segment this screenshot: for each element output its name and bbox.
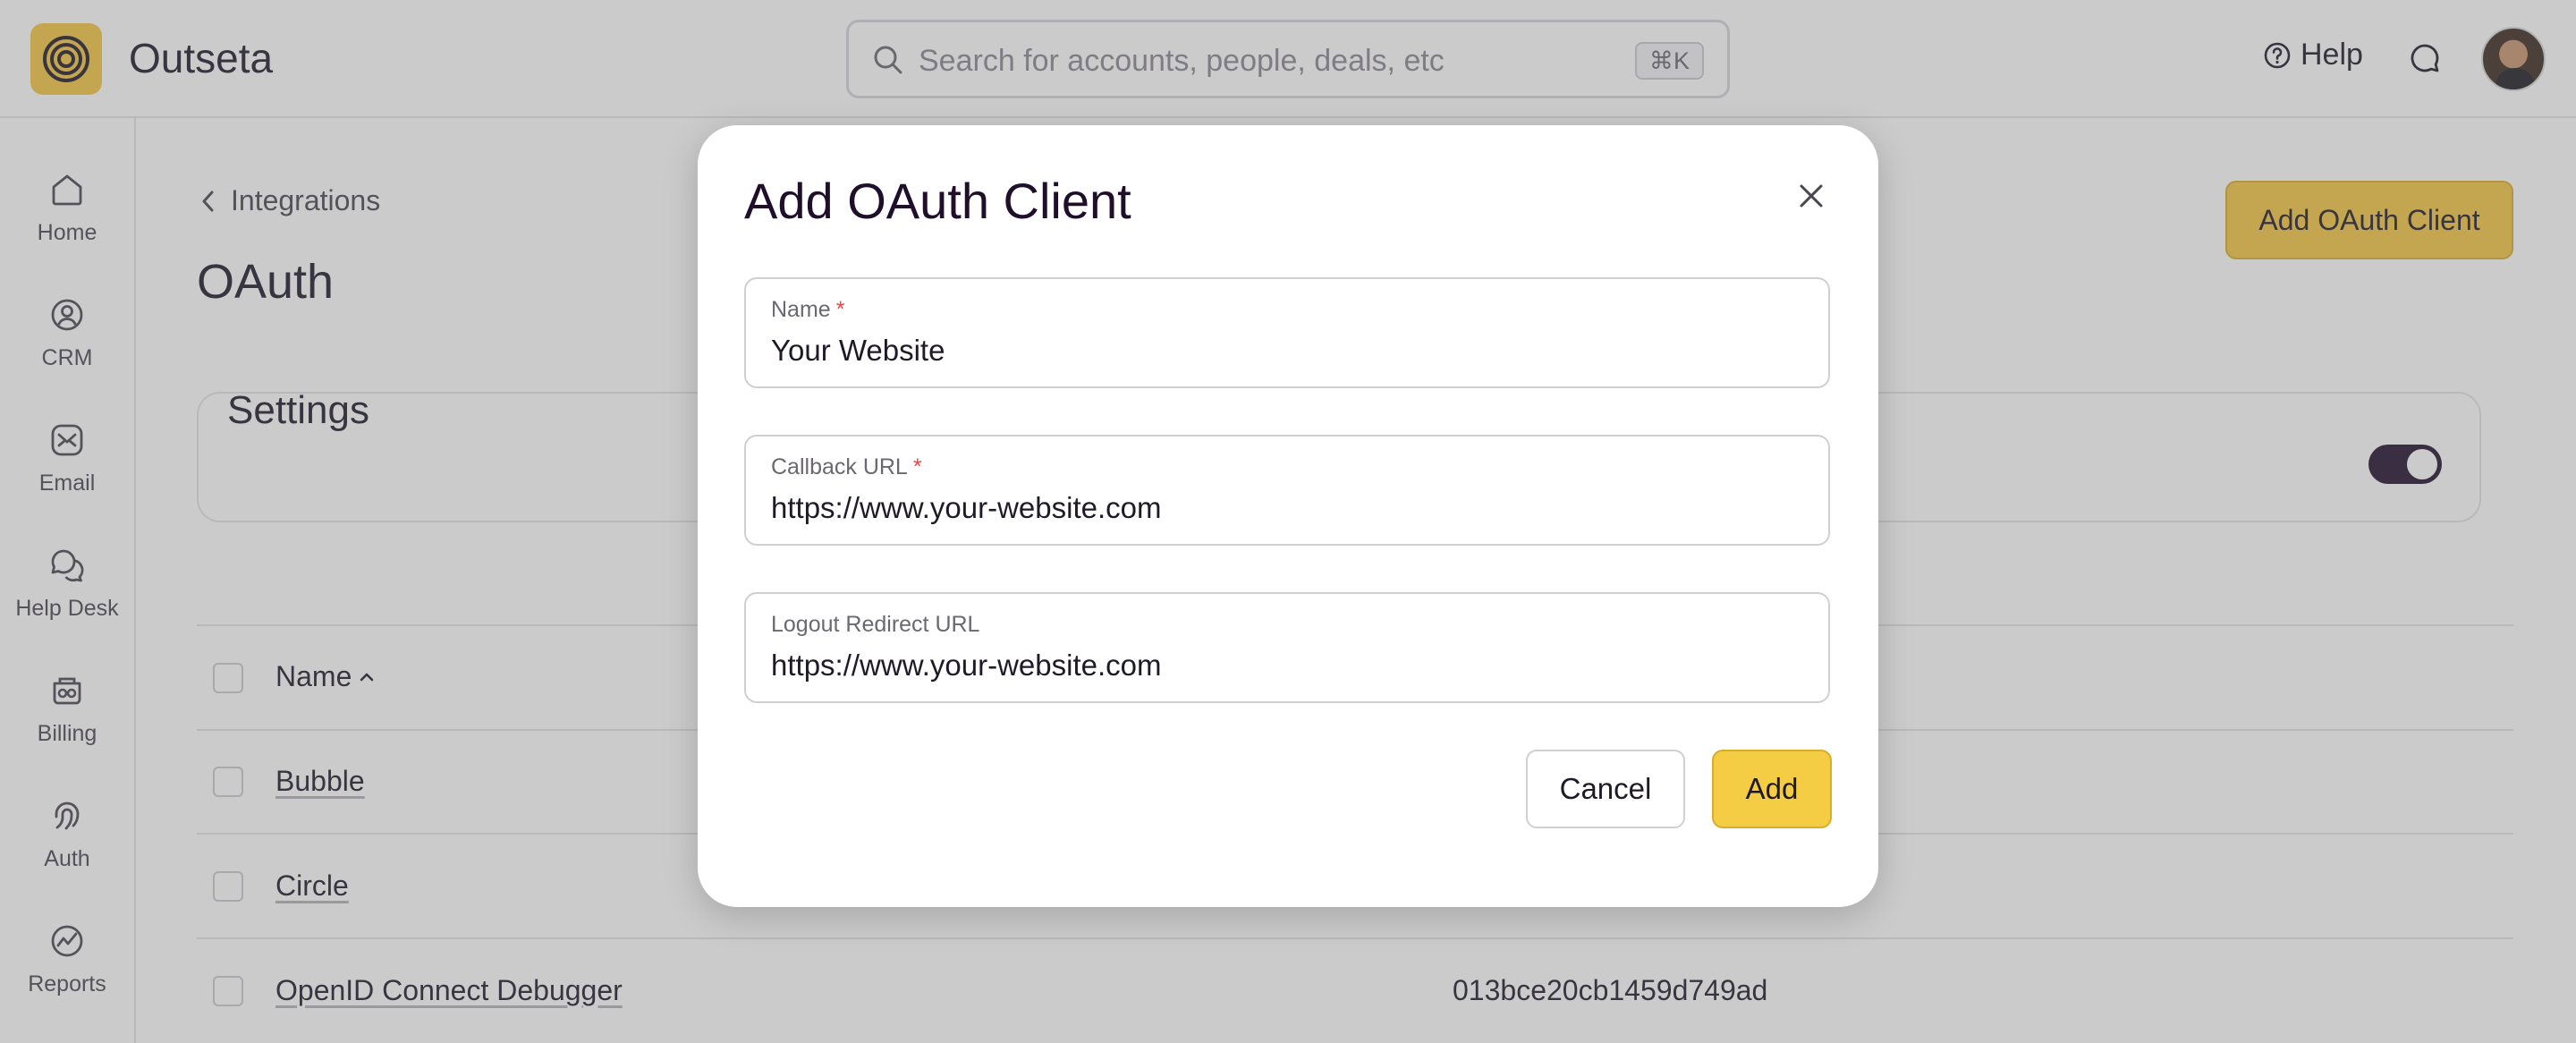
callback-url-input[interactable] bbox=[771, 488, 1800, 528]
field-label-text: Callback URL bbox=[771, 454, 908, 479]
required-marker: * bbox=[835, 297, 845, 322]
close-dialog-button[interactable] bbox=[1791, 175, 1832, 216]
logout-redirect-url-input[interactable] bbox=[771, 646, 1800, 685]
callback-url-field[interactable]: Callback URL * bbox=[744, 435, 1830, 546]
required-marker: * bbox=[912, 454, 922, 479]
close-icon bbox=[1800, 184, 1823, 208]
name-field-label: Name * bbox=[771, 297, 844, 323]
logout-redirect-url-field-label: Logout Redirect URL bbox=[771, 612, 979, 638]
cancel-button[interactable]: Cancel bbox=[1526, 750, 1685, 828]
logout-redirect-url-field[interactable]: Logout Redirect URL bbox=[744, 592, 1830, 703]
callback-url-field-label: Callback URL * bbox=[771, 454, 922, 480]
add-oauth-client-dialog: Add OAuth Client Name* Callback URL* Log… bbox=[698, 125, 1878, 907]
field-label-text: Logout Redirect URL bbox=[771, 612, 980, 637]
field-label-text: Name bbox=[771, 297, 831, 322]
add-button[interactable]: Add bbox=[1712, 750, 1832, 828]
dialog-title: Add OAuth Client bbox=[744, 173, 1131, 229]
name-field[interactable]: Name * bbox=[744, 277, 1830, 388]
name-input[interactable] bbox=[771, 331, 1800, 370]
